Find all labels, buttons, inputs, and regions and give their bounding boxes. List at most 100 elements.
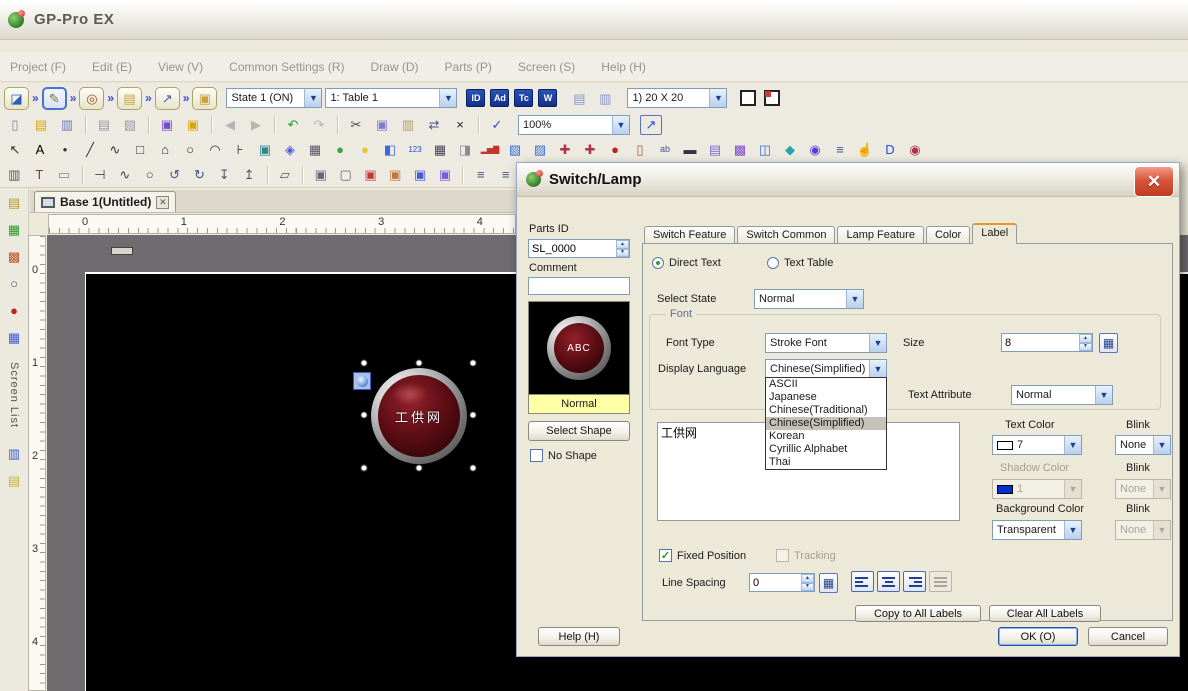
hand-operation-icon[interactable]: ☝ [854,140,876,160]
rotate-left-icon[interactable]: ↺ [164,165,185,185]
selection-handle-4[interactable] [470,412,477,419]
align-left-button[interactable] [851,571,874,592]
language-option-japanese[interactable]: Japanese [766,391,886,404]
replace-icon[interactable]: ⇄ [423,115,445,135]
paste-icon[interactable]: ▥ [397,115,419,135]
direct-text-radio[interactable] [652,257,664,269]
comment-list-icon[interactable]: ▤ [3,470,25,490]
spin-up-icon[interactable]: ▲ [801,574,814,583]
error-check-icon[interactable]: ✓ [486,115,508,135]
toolbar-overflow-chevron[interactable]: » [183,91,190,105]
parts-id-field[interactable]: ▲▼ [528,239,630,258]
move-parts-icon[interactable]: ✚ [554,140,576,160]
project-launcher-icon[interactable]: ◪ [4,87,29,110]
screen-duplicate-icon[interactable]: ▣ [182,115,204,135]
open-project-icon[interactable]: ▤ [30,115,52,135]
selector-parts-icon[interactable]: ◉ [804,140,826,160]
parts-id-input[interactable] [529,240,616,257]
screen-copy-icon[interactable]: ▣ [156,115,178,135]
selection-handle-5[interactable] [361,465,368,472]
toggle-window-icon[interactable]: W [538,89,557,107]
numeric-display-icon[interactable]: 123 [404,140,426,160]
tab-label[interactable]: Label [972,223,1017,244]
line-graph-icon[interactable]: ▧ [504,140,526,160]
spin-down-icon[interactable]: ▼ [616,249,629,258]
language-option-cyrillic-alphabet[interactable]: Cyrillic Alphabet [766,443,886,456]
language-option-thai[interactable]: Thai [766,456,886,469]
menu-item-3[interactable]: Common Settings (R) [229,60,344,74]
screen-info-icon[interactable]: ▤ [568,88,590,108]
window-parts-icon[interactable]: ▬ [679,140,701,160]
cut-icon[interactable]: ✂ [345,115,367,135]
simulation-launcher-icon[interactable]: ▤ [117,87,142,110]
window-display-icon[interactable]: ◧ [379,140,401,160]
language-option-korean[interactable]: Korean [766,430,886,443]
part-preview[interactable]: ABC Normal [528,301,630,414]
toolbar-overflow-chevron[interactable]: » [107,91,114,105]
next-screen-icon[interactable]: ▶ [245,115,267,135]
align-bottom-icon[interactable]: ↧ [214,165,235,185]
menu-item-5[interactable]: Parts (P) [445,60,492,74]
contact-b-icon[interactable]: ∿ [114,165,135,185]
contact-a-icon[interactable]: ⊣ [90,165,111,185]
text-color-dropdown[interactable]: 7 ▼ [992,435,1082,455]
keypad-parts-icon[interactable]: ▦ [429,140,451,160]
no-shape-checkbox[interactable] [530,449,543,462]
text-table-radio[interactable] [767,257,779,269]
d-script-icon[interactable]: D [879,140,901,160]
selection-handle-7[interactable] [470,465,477,472]
palette-view-icon[interactable]: ▩ [3,246,25,266]
grid-blue-icon[interactable]: ▦ [3,327,25,347]
rotate-right-icon[interactable]: ↻ [189,165,210,185]
tab-lamp-feature[interactable]: Lamp Feature [837,226,923,244]
line-spacing-keypad-icon[interactable]: ▦ [819,573,838,593]
ok-button[interactable]: OK (O) [998,627,1078,646]
scale-tool-icon[interactable]: ⊦ [229,140,251,160]
spin-up-icon[interactable]: ▲ [616,240,629,249]
redo-icon[interactable]: ↷ [308,115,330,135]
grid-green-icon[interactable]: ▦ [3,219,25,239]
transfer-launcher-icon[interactable]: ↗ [155,87,180,110]
special-parts-icon[interactable]: ◉ [904,140,926,160]
alarm-view-icon[interactable]: ● [3,300,25,320]
edit-launcher-icon[interactable]: ✎ [42,87,67,110]
preview-launcher-icon[interactable]: ◎ [79,87,104,110]
invert-pattern-icon[interactable]: ◈ [279,140,301,160]
bring-forward-icon[interactable]: ▣ [410,165,431,185]
state-dropdown[interactable]: State 1 (ON) ▼ [226,88,322,108]
language-option-ascii[interactable]: ASCII [766,378,886,391]
text-t-icon[interactable]: T [29,165,50,185]
close-icon[interactable]: ✕ [1134,166,1174,197]
snap-frame-icon[interactable] [764,90,780,106]
size-spinner[interactable]: ▲▼ [1079,334,1092,351]
table-parts-icon[interactable]: ▦ [304,140,326,160]
align-right-edge-icon[interactable]: ≡ [495,165,516,185]
selection-handle-6[interactable] [416,465,423,472]
line-spacing-field[interactable]: ▲▼ [749,573,815,592]
remote-monitor-icon[interactable]: ◫ [754,140,776,160]
align-left-edge-icon[interactable]: ≡ [470,165,491,185]
screen-list-tab[interactable]: Screen List [8,362,20,428]
toolbar-overflow-chevron[interactable]: » [145,91,152,105]
polygon-tool-icon[interactable]: ⌂ [154,140,176,160]
document-tab-base1[interactable]: Base 1(Untitled) ✕ [34,191,176,212]
menu-item-4[interactable]: Draw (D) [371,60,419,74]
align-right-button[interactable] [903,571,926,592]
dialog-title-bar[interactable]: Switch/Lamp ✕ [517,163,1179,197]
toolbar-overflow-chevron[interactable]: » [32,91,39,105]
copy-icon[interactable]: ▣ [371,115,393,135]
send-to-back-icon[interactable]: ▣ [385,165,406,185]
arc-tool-icon[interactable]: ◠ [204,140,226,160]
toolbar-overflow-chevron[interactable]: » [70,91,77,105]
menu-item-6[interactable]: Screen (S) [518,60,575,74]
ladder-monitor-icon[interactable]: ▥ [3,443,25,463]
clear-all-labels-button[interactable]: Clear All Labels [989,605,1101,622]
toggle-texttable-icon[interactable]: Tc [514,89,533,107]
dot-tool-icon[interactable]: • [54,140,76,160]
line-spacing-spinner[interactable]: ▲▼ [801,574,814,591]
align-top-icon[interactable]: ↥ [239,165,260,185]
print-preview-icon[interactable]: ▧ [119,115,141,135]
spin-down-icon[interactable]: ▼ [1079,343,1092,352]
box-3d-icon[interactable]: ▱ [275,165,296,185]
language-option-chinese-traditional-[interactable]: Chinese(Traditional) [766,404,886,417]
